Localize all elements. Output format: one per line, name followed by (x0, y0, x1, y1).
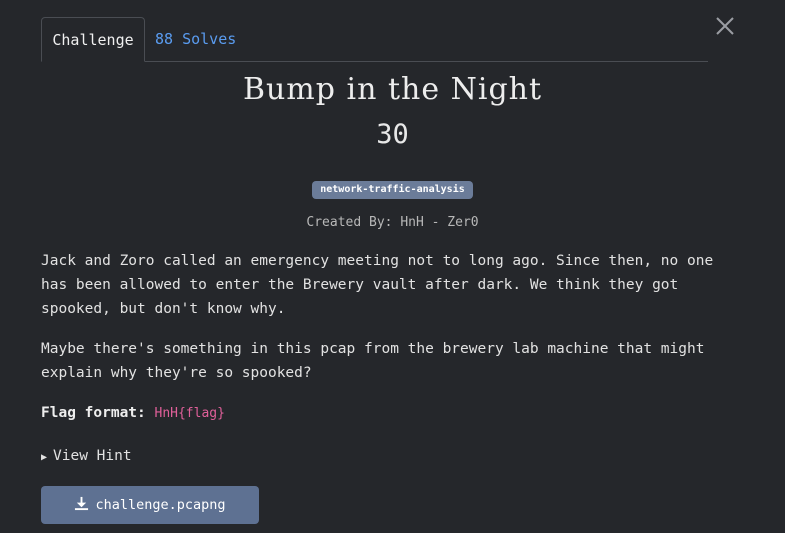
description-paragraph-1: Jack and Zoro called an emergency meetin… (41, 253, 714, 317)
flag-format-code: HnH{flag} (154, 406, 225, 421)
challenge-title: Bump in the Night (242, 72, 543, 107)
flag-format-label: Flag format: (41, 405, 146, 421)
view-hint-toggle[interactable]: ▶ View Hint (41, 444, 132, 470)
challenge-points: 30 (376, 119, 409, 150)
description-paragraph-2: Maybe there's something in this pcap fro… (41, 341, 705, 381)
download-icon (74, 496, 89, 515)
tab-bar: Challenge 88 Solves (41, 17, 708, 62)
tab-challenge[interactable]: Challenge (41, 17, 145, 62)
triangle-right-icon: ▶ (41, 452, 48, 463)
view-hint-label: View Hint (53, 448, 132, 464)
download-button[interactable]: challenge.pcapng (41, 486, 259, 524)
tag-container: network-traffic-analysis (0, 177, 785, 199)
close-icon[interactable] (713, 14, 737, 38)
category-tag: network-traffic-analysis (312, 181, 473, 199)
tab-solves[interactable]: 88 Solves (155, 17, 236, 61)
author-credit: Created By: HnH - Zer0 (306, 215, 479, 230)
flag-format-line: Flag format: HnH{flag} (41, 401, 225, 426)
challenge-modal: Challenge 88 Solves Bump in the Night 30… (0, 0, 785, 533)
download-label: challenge.pcapng (95, 497, 226, 513)
